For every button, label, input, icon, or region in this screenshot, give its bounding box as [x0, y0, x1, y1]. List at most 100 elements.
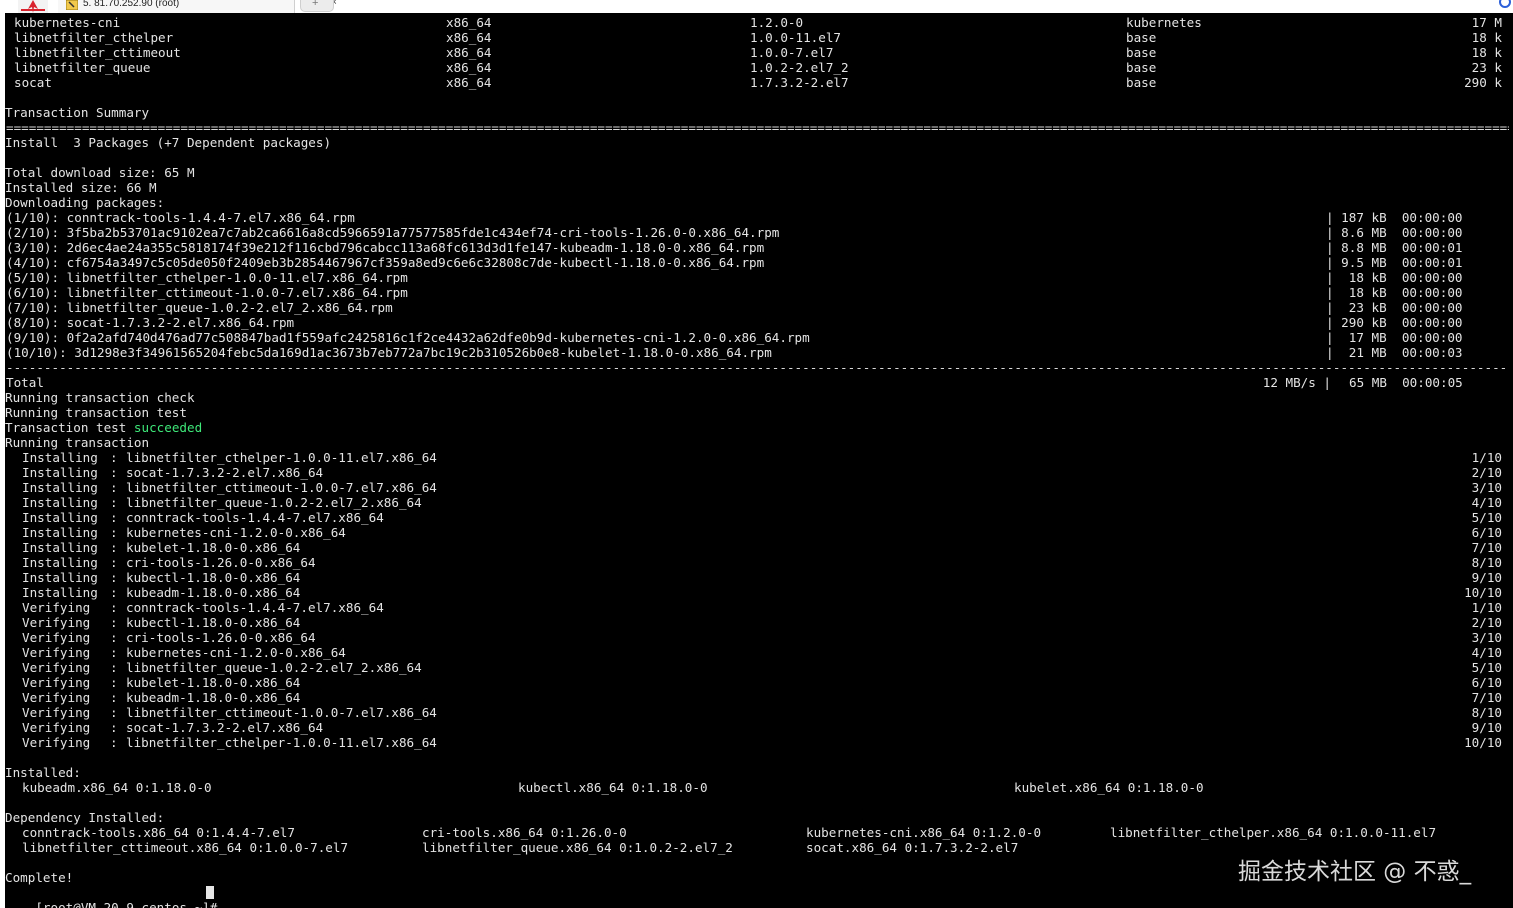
step-progress: 2/10 [1471, 615, 1502, 630]
result-prefix: Transaction test [5, 420, 134, 435]
step-progress: 6/10 [1471, 525, 1502, 540]
package-version: 1.7.3.2-2.el7 [750, 75, 849, 90]
transaction-test: Running transaction test [5, 405, 187, 420]
step-progress: 6/10 [1471, 675, 1502, 690]
install-line: Install 3 Packages (+7 Dependent package… [5, 135, 332, 150]
package-version: 1.2.0-0 [750, 15, 804, 30]
step-action: Verifying [22, 630, 98, 645]
package-version: 1.0.0-7.el7 [750, 45, 834, 60]
package-repo: base [1126, 75, 1157, 90]
transaction-step: Verifying : socat-1.7.3.2-2.el7.x86_64 9/1… [5, 720, 1513, 735]
session-tab[interactable]: 5. 81.70.252.90 (root) × [58, 0, 337, 13]
download-size: | 17 MB 00:00:00 [1326, 330, 1463, 345]
terminal-session-icon [65, 0, 79, 11]
step-package: kubelet-1.18.0-0.x86_64 [126, 540, 301, 555]
step-progress: 5/10 [1471, 660, 1502, 675]
transaction-step: Installing: libnetfilter_queue-1.0.2-2.el… [5, 495, 1513, 510]
total-label: Total [6, 375, 44, 390]
transaction-step: Installing: libnetfilter_cthelper-1.0.0-1… [5, 450, 1513, 465]
terminal-output[interactable]: kubernetes-cni x86_64 1.2.0-0 kubernetes 17 … [5, 13, 1513, 908]
step-package: cri-tools-1.26.0-0.x86_64 [126, 630, 316, 645]
download-file: (1/10): conntrack-tools-1.4.4-7.el7.x86_… [6, 210, 355, 225]
dependency-row: conntrack-tools.x86_64 0:1.4.4-7.el7 cri… [5, 825, 1513, 840]
transaction-step: Installing: kubeadm-1.18.0-0.x86_64 10/10 [5, 585, 1513, 600]
downloading-label: Downloading packages: [5, 195, 165, 210]
download-file: (8/10): socat-1.7.3.2-2.el7.x86_64.rpm [6, 315, 295, 330]
step-action: Verifying [22, 735, 98, 750]
step-colon: : [110, 480, 118, 495]
package-arch: x86_64 [446, 45, 492, 60]
step-package: kubernetes-cni-1.2.0-0.x86_64 [126, 525, 346, 540]
equals-separator: ========================================… [6, 120, 1509, 135]
installed-item: kubelet.x86_64 0:1.18.0-0 [1014, 780, 1204, 795]
new-tab-button[interactable]: + [300, 0, 334, 12]
step-colon: : [110, 525, 118, 540]
step-progress: 4/10 [1471, 495, 1502, 510]
step-package: libnetfilter_cttimeout-1.0.0-7.el7.x86_6… [126, 480, 437, 495]
step-package: socat-1.7.3.2-2.el7.x86_64 [126, 465, 324, 480]
step-package: kubernetes-cni-1.2.0-0.x86_64 [126, 645, 346, 660]
step-colon: : [110, 600, 118, 615]
step-package: cri-tools-1.26.0-0.x86_64 [126, 555, 316, 570]
step-action: Installing [22, 585, 98, 600]
transaction-step: Verifying : libnetfilter_queue-1.0.2-2.el… [5, 660, 1513, 675]
step-progress: 3/10 [1471, 480, 1502, 495]
installed-label: Installed: [5, 765, 81, 780]
step-progress: 4/10 [1471, 645, 1502, 660]
package-arch: x86_64 [446, 15, 492, 30]
package-size: 290 k [1464, 75, 1502, 90]
transaction-step: Installing: socat-1.7.3.2-2.el7.x86_64 2/1… [5, 465, 1513, 480]
download-row: (3/10): 2d6ec4ae24a355c5818174f39e212f11… [5, 240, 1513, 255]
package-arch: x86_64 [446, 60, 492, 75]
download-row: (8/10): socat-1.7.3.2-2.el7.x86_64.rpm | … [5, 315, 1513, 330]
package-row: kubernetes-cni x86_64 1.2.0-0 kubernetes 17 … [5, 15, 1513, 30]
step-package: conntrack-tools-1.4.4-7.el7.x86_64 [126, 510, 384, 525]
dependency-item: socat.x86_64 0:1.7.3.2-2.el7 [806, 840, 1019, 855]
step-action: Installing [22, 540, 98, 555]
step-package: libnetfilter_queue-1.0.2-2.el7_2.x86_64 [126, 660, 422, 675]
download-size: | 290 kB 00:00:00 [1326, 315, 1463, 330]
package-row: libnetfilter_queue x86_64 1.0.2-2.el7_2 bas… [5, 60, 1513, 75]
download-file: (10/10): 3d1298e3f34961565204febc5da169d… [6, 345, 772, 360]
step-colon: : [110, 450, 118, 465]
transaction-step: Installing: cri-tools-1.26.0-0.x86_64 8/10 [5, 555, 1513, 570]
text-cursor [206, 886, 214, 899]
shell-prompt-line[interactable]: [root@VM-20-9-centos ~]# [5, 885, 1513, 908]
step-package: libnetfilter_cthelper-1.0.0-11.el7.x86_6… [126, 450, 437, 465]
download-size: | 23 kB 00:00:00 [1326, 300, 1463, 315]
step-package: conntrack-tools-1.4.4-7.el7.x86_64 [126, 600, 384, 615]
package-row: libnetfilter_cttimeout x86_64 1.0.0-7.el7 b… [5, 45, 1513, 60]
step-package: kubectl-1.18.0-0.x86_64 [126, 570, 301, 585]
step-colon: : [110, 495, 118, 510]
transaction-test-result: Transaction test succeeded [5, 420, 1513, 435]
download-size: | 8.8 MB 00:00:01 [1326, 240, 1463, 255]
step-action: Verifying [22, 600, 98, 615]
package-row: socat x86_64 1.7.3.2-2.el7 base 290 k [5, 75, 1513, 90]
step-colon: : [110, 570, 118, 585]
dependency-label: Dependency Installed: [5, 810, 165, 825]
step-progress: 9/10 [1471, 720, 1502, 735]
step-action: Verifying [22, 615, 98, 630]
package-repo: kubernetes [1126, 15, 1202, 30]
step-package: kubelet-1.18.0-0.x86_64 [126, 675, 301, 690]
package-size: 18 k [1471, 45, 1502, 60]
step-progress: 3/10 [1471, 630, 1502, 645]
dependency-item: conntrack-tools.x86_64 0:1.4.4-7.el7 [22, 825, 295, 840]
step-colon: : [110, 510, 118, 525]
package-arch: x86_64 [446, 30, 492, 45]
step-package: libnetfilter_queue-1.0.2-2.el7_2.x86_64 [126, 495, 422, 510]
transaction-step: Verifying : kubectl-1.18.0-0.x86_64 2/10 [5, 615, 1513, 630]
step-progress: 10/10 [1464, 735, 1502, 750]
download-file: (3/10): 2d6ec4ae24a355c5818174f39e212f11… [6, 240, 765, 255]
download-file: (7/10): libnetfilter_queue-1.0.2-2.el7_2… [6, 300, 393, 315]
tab-bar: 5. 81.70.252.90 (root) × + [0, 0, 1513, 13]
step-action: Installing [22, 570, 98, 585]
step-progress: 7/10 [1471, 540, 1502, 555]
step-action: Verifying [22, 645, 98, 660]
transaction-step: Installing: kubernetes-cni-1.2.0-0.x86_64… [5, 525, 1513, 540]
step-progress: 10/10 [1464, 585, 1502, 600]
download-size: | 9.5 MB 00:00:01 [1326, 255, 1463, 270]
package-version: 1.0.2-2.el7_2 [750, 60, 849, 75]
package-row: libnetfilter_cthelper x86_64 1.0.0-11.el7 b… [5, 30, 1513, 45]
step-package: libnetfilter_cttimeout-1.0.0-7.el7.x86_6… [126, 705, 437, 720]
